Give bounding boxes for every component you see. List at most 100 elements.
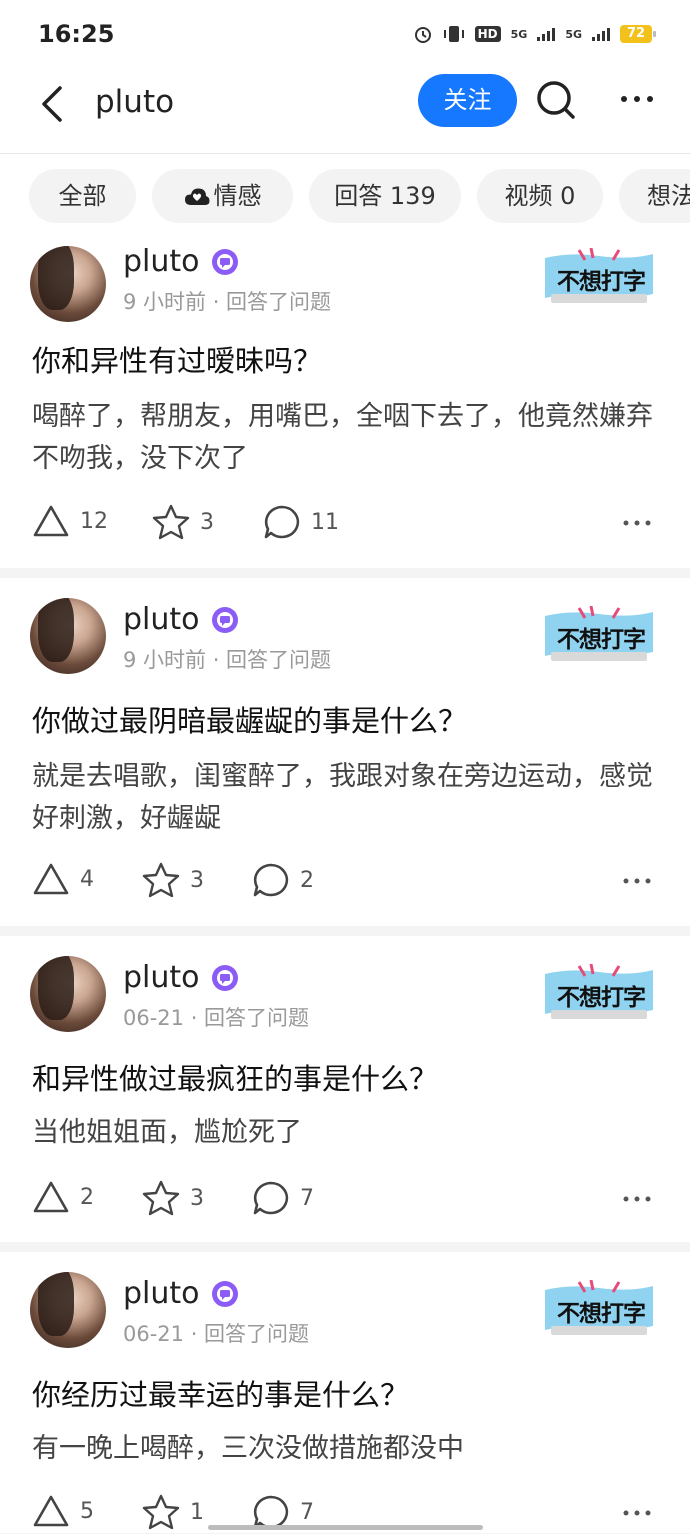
like-count: 4 xyxy=(80,866,94,892)
action-bar: 2 3 7 xyxy=(32,1180,662,1220)
cloud-icon xyxy=(184,188,209,205)
favorite-count: 3 xyxy=(190,867,204,893)
avatar[interactable] xyxy=(30,956,106,1032)
user-badge-icon xyxy=(212,607,238,633)
like-count: 12 xyxy=(80,508,108,534)
tab-label: 全部 xyxy=(58,182,107,210)
search-icon[interactable] xyxy=(534,78,578,122)
avatar[interactable] xyxy=(30,1272,106,1348)
action-bar: 4 3 2 xyxy=(32,862,662,902)
answer-card[interactable]: pluto 06-21 · 回答了问题 不想打字 你经历过最幸运的事是什么？ 有… xyxy=(0,1252,690,1533)
answer-excerpt[interactable]: 就是去唱歌，闺蜜醉了，我跟对象在旁边运动，感觉好刺激，好龌龊 xyxy=(32,756,662,840)
user-badge-icon xyxy=(212,249,238,275)
author-name[interactable]: pluto xyxy=(123,244,200,279)
author-name[interactable]: pluto xyxy=(123,960,200,995)
top-nav: pluto 关注 xyxy=(0,70,690,154)
network-label-2: 5G xyxy=(565,27,582,41)
avatar[interactable] xyxy=(30,246,106,322)
like-count: 5 xyxy=(80,1498,94,1524)
answer-card[interactable]: pluto 9 小时前 · 回答了问题 不想打字 你和异性有过暧昧吗？ 喝醉了，… xyxy=(0,238,690,568)
favorite-button[interactable]: 3 xyxy=(142,862,204,898)
post-meta: 06-21 · 回答了问题 xyxy=(123,1322,310,1346)
favorite-button[interactable]: 3 xyxy=(152,504,214,540)
follow-button[interactable]: 关注 xyxy=(418,74,517,127)
more-options-icon[interactable] xyxy=(622,1508,652,1518)
author-name[interactable]: pluto xyxy=(123,1276,200,1311)
alarm-icon xyxy=(414,27,431,43)
tab-all[interactable]: 全部 xyxy=(29,169,136,223)
comment-icon xyxy=(253,863,289,897)
upvote-icon xyxy=(33,1495,69,1527)
comment-count: 11 xyxy=(311,509,339,535)
like-button[interactable]: 4 xyxy=(32,862,94,896)
question-title[interactable]: 你做过最阴暗最龌龊的事是什么？ xyxy=(32,698,467,740)
comment-button[interactable]: 2 xyxy=(252,862,314,898)
like-button[interactable]: 2 xyxy=(32,1180,94,1214)
signal-icon-2 xyxy=(592,27,610,41)
sticker-image: 不想打字 xyxy=(541,964,657,1028)
filter-tabs: 全部 情感 回答 139 视频 0 想法 xyxy=(0,154,690,238)
tab-emotion[interactable]: 情感 xyxy=(152,169,293,223)
more-options-icon[interactable] xyxy=(622,1194,652,1204)
status-icons: HD 5G 5G 72 xyxy=(413,24,656,44)
comment-count: 2 xyxy=(300,867,314,893)
post-meta: 9 小时前 · 回答了问题 xyxy=(123,648,332,672)
more-options-icon[interactable] xyxy=(617,84,657,114)
comment-count: 7 xyxy=(300,1185,314,1211)
answer-excerpt[interactable]: 当他姐姐面，尴尬死了 xyxy=(32,1112,662,1154)
sticker-image: 不想打字 xyxy=(541,606,657,670)
favorite-count: 1 xyxy=(190,1499,204,1525)
tab-thoughts[interactable]: 想法 xyxy=(619,169,690,223)
battery-icon: 72 xyxy=(620,25,656,43)
tab-answers[interactable]: 回答 139 xyxy=(309,169,461,223)
comment-button[interactable]: 7 xyxy=(252,1180,314,1216)
upvote-icon xyxy=(33,1181,69,1213)
star-icon xyxy=(142,862,180,898)
comment-icon xyxy=(264,505,300,539)
status-bar: 16:25 HD 5G 5G 72 xyxy=(0,0,690,70)
page-title: pluto xyxy=(95,84,175,120)
star-icon xyxy=(142,1180,180,1216)
answer-excerpt[interactable]: 有一晚上喝醉，三次没做措施都没中 xyxy=(32,1428,662,1470)
star-icon xyxy=(142,1494,180,1530)
answer-card[interactable]: pluto 9 小时前 · 回答了问题 不想打字 你做过最阴暗最龌龊的事是什么？… xyxy=(0,578,690,926)
home-indicator[interactable] xyxy=(208,1525,483,1530)
hd-icon: HD xyxy=(474,26,501,42)
answer-excerpt[interactable]: 喝醉了，帮朋友，用嘴巴，全咽下去了，他竟然嫌弃不吻我，没下次了 xyxy=(32,396,662,480)
post-meta: 9 小时前 · 回答了问题 xyxy=(123,290,332,314)
tab-videos[interactable]: 视频 0 xyxy=(477,169,603,223)
question-title[interactable]: 你和异性有过暧昧吗？ xyxy=(32,338,322,380)
user-badge-icon xyxy=(212,1281,238,1307)
comment-button[interactable]: 11 xyxy=(263,504,339,540)
sticker-text: 不想打字 xyxy=(557,1300,646,1327)
favorite-count: 3 xyxy=(200,509,214,535)
network-label: 5G xyxy=(510,27,528,41)
action-bar: 12 3 11 xyxy=(32,504,662,544)
signal-icon xyxy=(537,27,556,41)
tab-label: 想法 xyxy=(647,182,690,210)
comment-icon xyxy=(253,1181,289,1215)
back-arrow-icon[interactable] xyxy=(32,82,76,126)
comment-count: 7 xyxy=(300,1499,314,1525)
question-title[interactable]: 你经历过最幸运的事是什么？ xyxy=(32,1372,409,1414)
author-name[interactable]: pluto xyxy=(123,602,200,637)
favorite-button[interactable]: 1 xyxy=(142,1494,204,1530)
more-options-icon[interactable] xyxy=(622,518,652,528)
vibrate-icon xyxy=(443,26,464,42)
tab-label: 情感 xyxy=(213,182,262,210)
question-title[interactable]: 和异性做过最疯狂的事是什么？ xyxy=(32,1056,438,1098)
like-button[interactable]: 12 xyxy=(32,504,108,538)
favorite-button[interactable]: 3 xyxy=(142,1180,204,1216)
more-options-icon[interactable] xyxy=(622,876,652,886)
avatar[interactable] xyxy=(30,598,106,674)
answer-card[interactable]: pluto 06-21 · 回答了问题 不想打字 和异性做过最疯狂的事是什么？ … xyxy=(0,936,690,1242)
user-badge-icon xyxy=(212,965,238,991)
sticker-text: 不想打字 xyxy=(557,268,646,295)
sticker-image: 不想打字 xyxy=(541,1280,657,1344)
sticker-image: 不想打字 xyxy=(541,248,657,312)
star-icon xyxy=(152,504,190,540)
like-button[interactable]: 5 xyxy=(32,1494,94,1528)
tab-label: 视频 0 xyxy=(504,182,576,210)
favorite-count: 3 xyxy=(190,1185,204,1211)
post-meta: 06-21 · 回答了问题 xyxy=(123,1006,310,1030)
